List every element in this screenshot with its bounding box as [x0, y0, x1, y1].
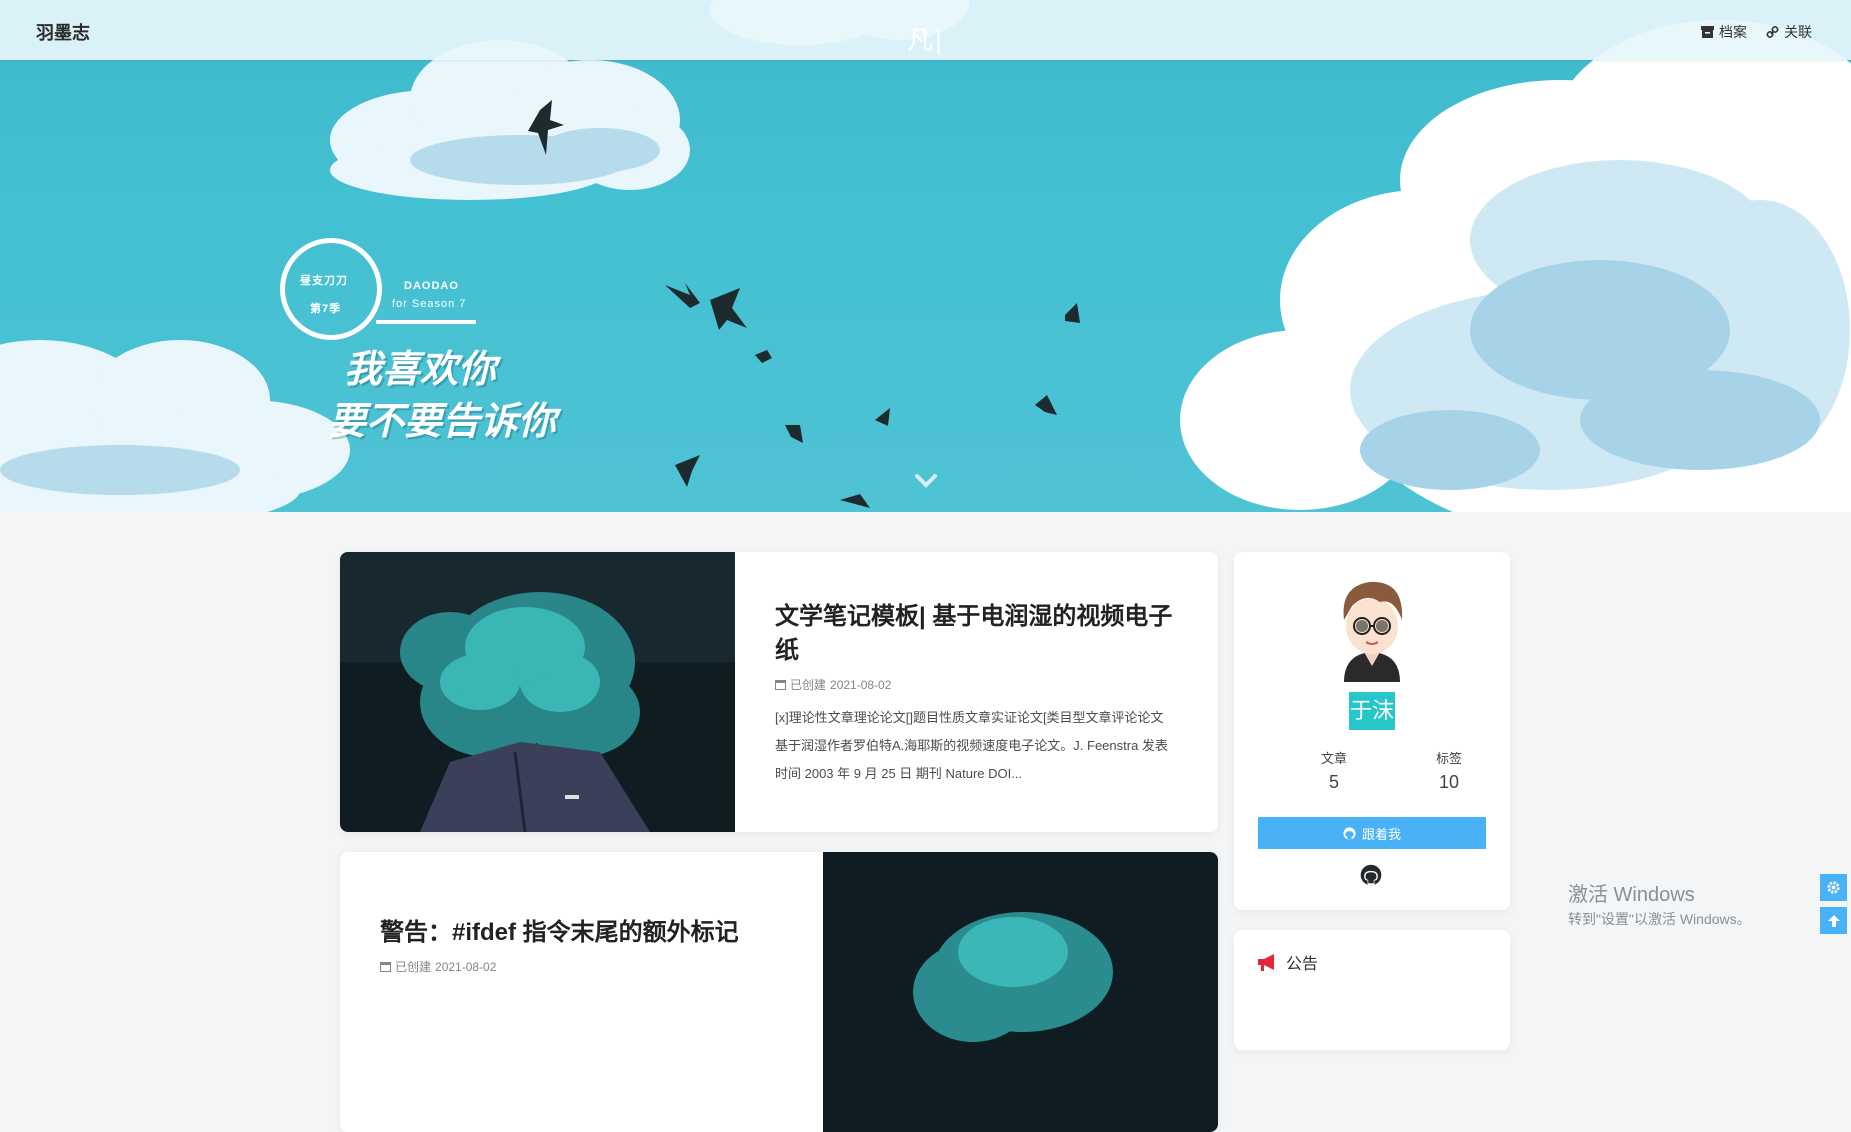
windows-activation-watermark: 激活 Windows 转到"设置"以激活 Windows。 [1568, 878, 1751, 929]
post-excerpt: [x]理论性文章理论论文[]题目性质文章实证论文[类目型文章评论论文基于润湿作者… [775, 710, 1168, 781]
post-title[interactable]: 文学笔记模板| 基于电润湿的视频电子纸 [775, 600, 1180, 668]
top-navbar: 羽墨志 凡| 档案 关联 [0, 0, 1851, 60]
cloud-illustration [0, 0, 1851, 512]
nav-links-link[interactable]: 关联 [1766, 22, 1812, 42]
season-top-text: 昼支刀刀 [300, 275, 348, 287]
post-date: 2021-08-02 [435, 959, 497, 974]
nav-archive-link[interactable]: 档案 [1701, 22, 1747, 42]
post-date: 2021-08-02 [830, 677, 892, 692]
site-subtitle: 凡| [907, 25, 944, 55]
megaphone-icon [1258, 954, 1274, 971]
stat-tags-label[interactable]: 标签 [1419, 748, 1479, 767]
announcement-card: 公告 [1234, 930, 1510, 1050]
season-en-subtitle: for Season 7 [392, 298, 467, 310]
settings-button[interactable] [1820, 874, 1847, 901]
hand-lettering-line-2: 要不要告诉你 [328, 398, 557, 443]
season-underline [376, 320, 476, 324]
arrow-up-icon [1827, 914, 1840, 927]
avatar[interactable] [1330, 574, 1414, 682]
gear-icon [1827, 881, 1840, 894]
back-to-top-button[interactable] [1820, 907, 1847, 934]
windows-activation-title: 激活 Windows [1568, 884, 1695, 906]
post-title[interactable]: 警告：#ifdef 指令末尾的额外标记 [380, 916, 739, 950]
author-name: 于沫 [1349, 692, 1395, 730]
stat-posts-label[interactable]: 文章 [1304, 748, 1364, 767]
follow-me-label: 跟着我 [1361, 826, 1401, 842]
nav-links-label: 关联 [1784, 24, 1812, 40]
season-en-title: DAODAO [404, 280, 459, 292]
windows-activation-hint: 转到"设置"以激活 Windows。 [1568, 911, 1751, 927]
scroll-down-chevron-icon[interactable] [915, 474, 937, 488]
announcement-title: 公告 [1286, 956, 1319, 973]
calendar-icon [380, 962, 391, 972]
follow-me-button[interactable]: 跟着我 [1258, 817, 1486, 849]
github-link[interactable] [1360, 864, 1382, 891]
post-cover-image[interactable] [340, 552, 735, 832]
season-number-text: 第7季 [310, 303, 342, 315]
post-cover-image[interactable] [823, 852, 1218, 1132]
link-icon [1766, 25, 1779, 38]
announcement-header: 公告 [1256, 950, 1318, 974]
stat-tags-count[interactable]: 10 [1419, 772, 1479, 793]
hero-banner: 昼支刀刀 第7季 DAODAO for Season 7 我喜欢你 要不要告诉你 [0, 0, 1851, 512]
hand-lettering-line-1: 我喜欢你 [344, 346, 497, 391]
nav-archive-label: 档案 [1719, 24, 1747, 40]
author-profile-card: 于沫 文章 5 标签 10 跟着我 [1234, 552, 1510, 910]
post-meta: 已创建 2021-08-02 [380, 958, 496, 975]
post-card[interactable]: 文学笔记模板| 基于电润湿的视频电子纸 已创建 2021-08-02 [x]理论… [340, 552, 1218, 832]
calendar-icon [775, 680, 786, 690]
archive-icon [1701, 26, 1714, 38]
season-logo: 昼支刀刀 第7季 DAODAO for Season 7 我喜欢你 要不要告诉你 [280, 238, 580, 458]
github-icon [1343, 826, 1356, 840]
post-created-label: 已创建 [395, 960, 432, 974]
github-icon [1360, 864, 1382, 886]
stat-posts-count[interactable]: 5 [1304, 772, 1364, 793]
hand-lettering: 我喜欢你 要不要告诉你 [328, 343, 556, 447]
post-created-label: 已创建 [790, 678, 827, 692]
post-card[interactable]: 警告：#ifdef 指令末尾的额外标记 已创建 2021-08-02 [340, 852, 1218, 1132]
post-meta: 已创建 2021-08-02 [775, 676, 891, 693]
season-circle [280, 238, 382, 340]
